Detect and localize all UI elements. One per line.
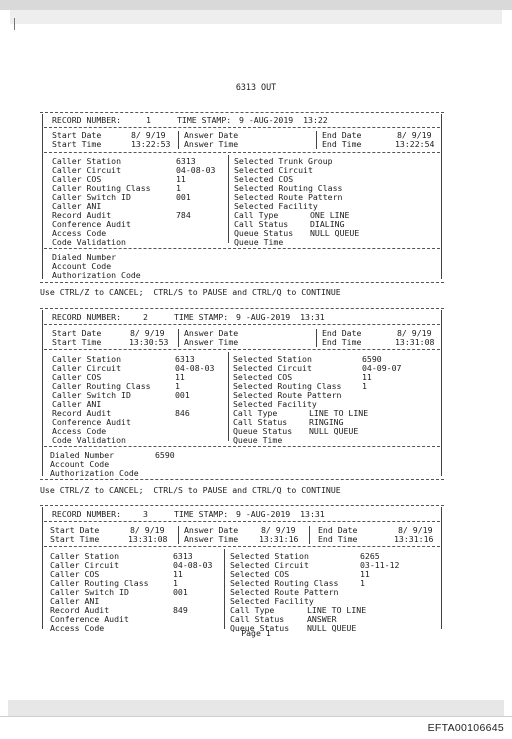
dialed-number-value: 6590 <box>155 450 175 460</box>
scan-border-bottom <box>8 700 504 716</box>
end-time-value: 13:31:08 <box>395 337 435 347</box>
record-audit-value: 784 <box>176 210 191 220</box>
end-time-value: 13:31:16 <box>394 534 434 544</box>
selected-routing-class-value: 1 <box>362 381 367 391</box>
time-stamp-value: 9 -AUG-2019 13:22 <box>239 115 328 125</box>
divider <box>44 521 440 522</box>
divider <box>40 112 444 113</box>
scan-border-top <box>0 0 512 10</box>
divider <box>44 127 440 128</box>
start-time-label: Start Time <box>52 337 102 347</box>
time-stamp-label: TIME STAMP: <box>174 509 229 519</box>
end-time-label: End Time <box>322 139 362 149</box>
answer-time-label: Answer Time <box>184 534 239 544</box>
column-separator <box>178 526 179 544</box>
page-title: 6313 OUT <box>235 82 277 92</box>
end-time-value: 13:22:54 <box>395 139 435 149</box>
scan-edge-mark <box>14 18 15 30</box>
answer-time-label: Answer Time <box>184 139 239 149</box>
page-number: Page 1 <box>241 628 271 638</box>
divider <box>40 505 444 506</box>
caller-switch-id-value: 001 <box>176 192 191 202</box>
divider <box>44 349 440 350</box>
record-audit-value: 849 <box>173 605 188 615</box>
authorization-code-label: Authorization Code <box>50 468 139 478</box>
record-number-value: 2 <box>143 312 148 322</box>
record-number-label: RECORD NUMBER: <box>52 509 122 519</box>
column-separator <box>316 131 317 149</box>
divider <box>40 282 444 283</box>
column-separator <box>178 131 179 149</box>
record-number-label: RECORD NUMBER: <box>52 115 122 125</box>
divider <box>44 324 440 325</box>
start-time-label: Start Time <box>52 139 102 149</box>
divider <box>44 446 440 447</box>
caller-switch-id-value: 001 <box>173 587 188 597</box>
divider <box>40 308 444 309</box>
code-validation-label: Code Validation <box>52 237 126 247</box>
end-time-label: End Time <box>322 337 362 347</box>
record-border-right <box>441 507 442 629</box>
time-stamp-value: 9 -AUG-2019 13:31 <box>236 509 325 519</box>
record-border-left <box>42 114 43 279</box>
column-separator <box>316 329 317 347</box>
queue-time-label: Queue Time <box>234 237 284 247</box>
divider <box>44 546 440 547</box>
code-validation-label: Code Validation <box>52 435 126 445</box>
time-stamp-value: 9 -AUG-2019 13:31 <box>236 312 325 322</box>
record-audit-value: 846 <box>175 408 190 418</box>
time-stamp-label: TIME STAMP: <box>174 312 229 322</box>
divider <box>40 479 444 480</box>
answer-time-value: 13:31:16 <box>259 534 299 544</box>
queue-status-value: NULL QUEUE <box>309 426 359 436</box>
queue-status-value: NULL QUEUE <box>310 228 360 238</box>
record-border-left <box>42 310 43 476</box>
divider <box>44 248 440 249</box>
column-separator <box>178 329 179 347</box>
scan-footer-rule <box>0 716 512 717</box>
selected-routing-class-value: 1 <box>360 578 365 588</box>
column-separator <box>228 155 229 243</box>
scan-shadow-top <box>10 10 502 24</box>
record-number-value: 1 <box>146 115 151 125</box>
record-border-right <box>441 310 442 476</box>
column-separator <box>309 526 310 544</box>
record-number-value: 3 <box>143 509 148 519</box>
bates-number: EFTA00106645 <box>427 722 504 734</box>
time-stamp-label: TIME STAMP: <box>177 115 232 125</box>
end-time-label: End Time <box>318 534 358 544</box>
answer-time-label: Answer Time <box>184 337 239 347</box>
divider <box>44 152 440 153</box>
record-border-right <box>441 114 442 279</box>
column-separator <box>224 549 225 629</box>
control-hint: Use CTRL/Z to CANCEL; CTRL/S to PAUSE an… <box>40 287 341 297</box>
record-number-label: RECORD NUMBER: <box>52 312 122 322</box>
start-time-label: Start Time <box>50 534 100 544</box>
start-time-value: 13:30:53 <box>129 337 169 347</box>
record-border-left <box>42 507 43 629</box>
start-time-value: 13:31:08 <box>128 534 168 544</box>
start-time-value: 13:22:53 <box>131 139 171 149</box>
authorization-code-label: Authorization Code <box>52 270 141 280</box>
caller-switch-id-value: 001 <box>175 390 190 400</box>
queue-time-label: Queue Time <box>233 435 283 445</box>
control-hint: Use CTRL/Z to CANCEL; CTRL/S to PAUSE an… <box>40 485 341 495</box>
column-separator <box>228 352 229 441</box>
